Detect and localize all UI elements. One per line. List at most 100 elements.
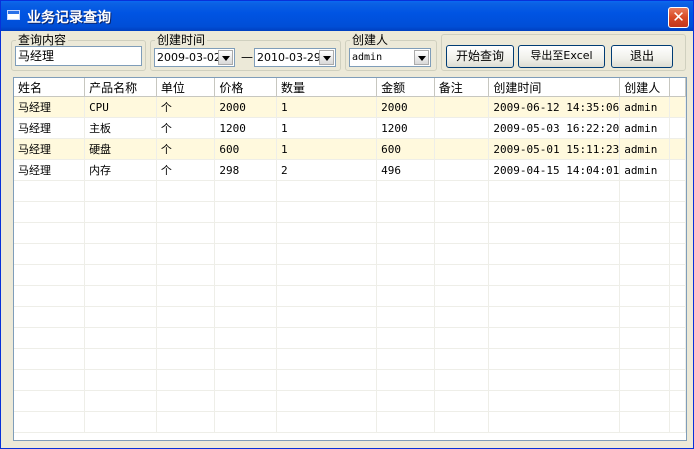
creator-select[interactable]: admin — [349, 48, 431, 67]
close-button[interactable]: ✕ — [668, 7, 689, 28]
column-header-price[interactable]: 价格 — [214, 78, 278, 97]
table-cell: 2009-04-15 14:04:01 — [488, 159, 621, 181]
empty-cell — [214, 327, 278, 349]
table-cell: 个 — [156, 117, 216, 139]
table-cell: 马经理 — [14, 138, 86, 160]
empty-row — [14, 285, 686, 307]
empty-cell — [14, 285, 86, 307]
empty-cell — [14, 222, 86, 244]
table-cell: admin — [619, 138, 671, 160]
table-cell: 1200 — [214, 117, 278, 139]
empty-cell — [214, 411, 278, 433]
column-header-remark[interactable]: 备注 — [434, 78, 490, 97]
table-cell: 个 — [156, 159, 216, 181]
empty-cell — [434, 201, 490, 223]
table-cell: 298 — [214, 159, 278, 181]
empty-cell — [669, 306, 686, 328]
table-cell: 1200 — [376, 117, 435, 139]
column-header-create-time[interactable]: 创建时间 — [488, 78, 621, 97]
query-content-input[interactable]: 马经理 — [15, 46, 142, 66]
empty-cell — [488, 348, 621, 370]
empty-cell — [669, 222, 686, 244]
empty-cell — [14, 306, 86, 328]
table-cell: 内存 — [84, 159, 157, 181]
empty-cell — [276, 306, 378, 328]
table-row[interactable]: 马经理 CPU 个 2000 1 2000 2009-06-12 14:35:06 admin — [14, 96, 686, 118]
export-excel-button[interactable]: 导出至Excel — [518, 45, 605, 68]
table-cell: 1 — [276, 138, 378, 160]
table-cell: 1 — [276, 96, 378, 118]
table-cell: 2009-05-03 16:22:20 — [488, 117, 621, 139]
empty-row — [14, 369, 686, 391]
title-bar[interactable]: 业务记录查询 ✕ — [1, 1, 693, 31]
chevron-down-icon[interactable] — [218, 50, 233, 65]
empty-cell — [669, 243, 686, 265]
empty-cell — [276, 411, 378, 433]
empty-cell — [84, 327, 157, 349]
table-cell: 马经理 — [14, 117, 86, 139]
empty-cell — [14, 348, 86, 370]
empty-cell — [376, 243, 435, 265]
column-header-amount[interactable]: 金额 — [376, 78, 435, 97]
empty-cell — [669, 390, 686, 412]
table-header-row: 姓名 产品名称 单位 价格 数量 金额 备注 创建时间 创建人 — [14, 78, 686, 97]
empty-cell — [156, 306, 216, 328]
empty-cell — [434, 390, 490, 412]
empty-cell — [214, 264, 278, 286]
empty-cell — [214, 306, 278, 328]
empty-cell — [84, 180, 157, 202]
empty-cell — [156, 369, 216, 391]
empty-cell — [156, 390, 216, 412]
empty-cell — [214, 180, 278, 202]
empty-cell — [156, 327, 216, 349]
empty-cell — [376, 285, 435, 307]
records-table[interactable]: 姓名 产品名称 单位 价格 数量 金额 备注 创建时间 创建人 马经理 CPU 个 2… — [13, 77, 687, 441]
empty-cell — [619, 285, 671, 307]
table-cell: 2 — [276, 159, 378, 181]
empty-row — [14, 390, 686, 412]
empty-cell — [156, 201, 216, 223]
empty-cell — [214, 243, 278, 265]
creator-label: 创建人 — [352, 33, 389, 47]
table-row[interactable]: 马经理 硬盘个 600 1 600 2009-05-01 15:11:23 admin — [14, 138, 686, 160]
column-header-product[interactable]: 产品名称 — [84, 78, 157, 97]
date-to-picker[interactable]: 2010-03-29 — [254, 48, 336, 67]
empty-cell — [156, 180, 216, 202]
table-cell: 主板 — [84, 117, 157, 139]
chevron-down-icon[interactable] — [414, 50, 429, 65]
chevron-down-icon[interactable] — [319, 50, 334, 65]
empty-row — [14, 180, 686, 202]
column-header-quantity[interactable]: 数量 — [276, 78, 378, 97]
empty-cell — [214, 390, 278, 412]
empty-cell — [276, 369, 378, 391]
empty-cell — [376, 306, 435, 328]
empty-cell — [156, 411, 216, 433]
start-query-button[interactable]: 开始查询 — [446, 45, 514, 68]
date-from-picker[interactable]: 2009-03-02 — [154, 48, 235, 67]
exit-button[interactable]: 退出 — [611, 45, 673, 68]
table-cell: 496 — [376, 159, 435, 181]
table-row[interactable]: 马经理 内存个 298 2 496 2009-04-15 14:04:01 admin — [14, 159, 686, 181]
empty-cell — [669, 285, 686, 307]
empty-cell — [276, 180, 378, 202]
empty-cell — [434, 369, 490, 391]
column-header-name[interactable]: 姓名 — [14, 78, 86, 97]
table-cell: admin — [619, 159, 671, 181]
table-cell — [434, 117, 490, 139]
window-icon — [7, 10, 20, 20]
column-header-creator[interactable]: 创建人 — [619, 78, 671, 97]
table-row[interactable]: 马经理 主板个 1200 1 1200 2009-05-03 16:22:20 admin — [14, 117, 686, 139]
empty-cell — [214, 222, 278, 244]
empty-cell — [434, 243, 490, 265]
empty-cell — [434, 327, 490, 349]
empty-cell — [376, 180, 435, 202]
empty-cell — [84, 222, 157, 244]
empty-row — [14, 411, 686, 433]
date-range-separator: — — [241, 50, 253, 64]
column-header-unit[interactable]: 单位 — [156, 78, 216, 97]
empty-cell — [619, 348, 671, 370]
empty-cell — [488, 327, 621, 349]
empty-cell — [488, 390, 621, 412]
table-cell: 1 — [276, 117, 378, 139]
empty-cell — [376, 222, 435, 244]
